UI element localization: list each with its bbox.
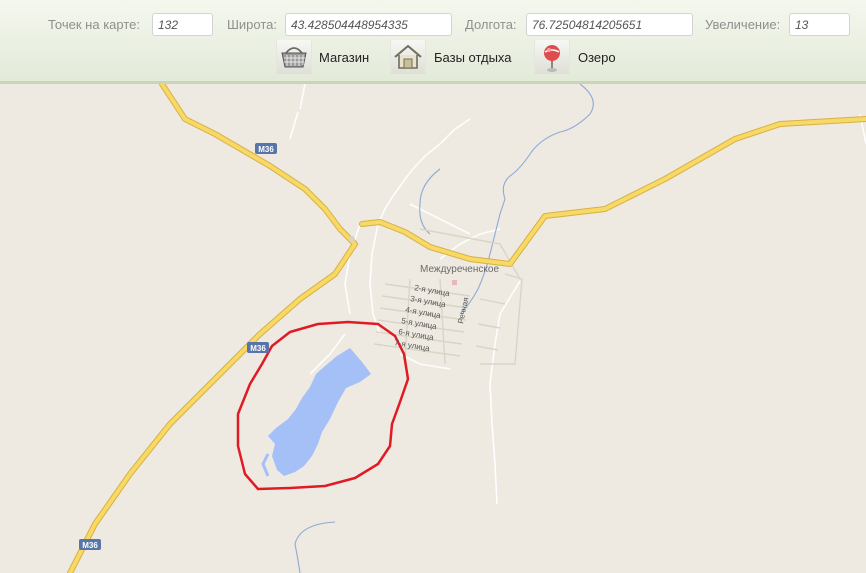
- points-count-label: Точек на карте:: [48, 17, 140, 32]
- highway-shield: М36: [247, 342, 269, 353]
- map-pin-icon: [534, 40, 570, 74]
- map-toolbar: Точек на карте: Широта: Долгота: Увеличе…: [0, 0, 866, 84]
- highway-shield: М36: [255, 143, 277, 154]
- legend-item-rest-base[interactable]: Базы отдыха: [390, 40, 518, 74]
- house-icon: [390, 40, 426, 74]
- latitude-label: Широта:: [227, 17, 278, 32]
- svg-text:М36: М36: [258, 145, 274, 154]
- legend-label-shop: Магазин: [319, 50, 370, 65]
- legend-label-lake: Озеро: [578, 50, 616, 65]
- zoom-label: Увеличение:: [705, 17, 781, 32]
- highway-shield: М36: [79, 539, 101, 550]
- longitude-label: Долгота:: [465, 17, 517, 32]
- points-count-input[interactable]: [152, 13, 213, 36]
- longitude-input[interactable]: [526, 13, 693, 36]
- zoom-input[interactable]: [789, 13, 850, 36]
- legend-label-rest-base: Базы отдыха: [434, 50, 512, 65]
- legend-item-lake[interactable]: Озеро: [534, 40, 622, 74]
- latitude-input[interactable]: [285, 13, 452, 36]
- svg-text:М36: М36: [82, 541, 98, 550]
- village-label: Междуреченское: [420, 264, 499, 275]
- svg-text:М36: М36: [250, 344, 266, 353]
- basket-icon: [276, 40, 312, 74]
- legend-item-shop[interactable]: Магазин: [276, 40, 376, 74]
- map-view[interactable]: М36 М36 М36 Междуреченское 2-я улица 3-я…: [0, 84, 866, 573]
